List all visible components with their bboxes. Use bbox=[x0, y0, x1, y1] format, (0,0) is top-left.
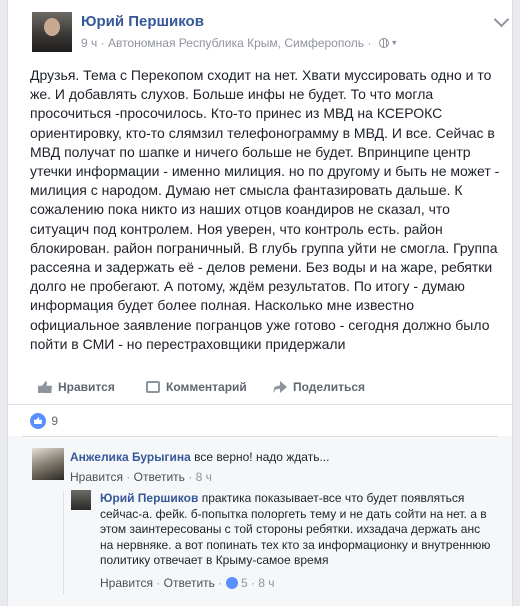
comment: Анжелика Бурыгина все верно! надо ждать.… bbox=[70, 450, 490, 466]
post-time[interactable]: 9 ч bbox=[81, 36, 97, 50]
reply-like-icon bbox=[225, 577, 238, 589]
comment-avatar[interactable] bbox=[32, 448, 64, 480]
divider bbox=[22, 436, 498, 437]
reply-likes-count[interactable]: 5 bbox=[241, 576, 248, 590]
post-actions-bar: Нравится Комментарий Поделиться bbox=[32, 376, 492, 398]
share-icon bbox=[273, 381, 287, 393]
post-meta: 9 ч · Автономная Республика Крым, Симфер… bbox=[81, 35, 397, 50]
reply-reply-link[interactable]: Ответить bbox=[164, 576, 215, 590]
chevron-down-icon[interactable] bbox=[493, 11, 510, 28]
comment-reply-link[interactable]: Ответить bbox=[134, 470, 185, 484]
post-location[interactable]: Автономная Республика Крым, Симферополь bbox=[108, 36, 364, 50]
reply-time[interactable]: 8 ч bbox=[258, 576, 274, 590]
reply-like-link[interactable]: Нравится bbox=[100, 576, 153, 590]
comment-icon bbox=[146, 381, 160, 393]
like-reaction-icon bbox=[30, 413, 46, 429]
globe-icon bbox=[378, 37, 389, 48]
comment-text: все верно! надо ждать... bbox=[194, 450, 330, 464]
likes-count: 9 bbox=[51, 414, 59, 428]
reply-thread-line bbox=[63, 492, 64, 594]
reply: Юрий Першиков практика показывает-все чт… bbox=[100, 491, 492, 569]
divider bbox=[8, 404, 514, 405]
comments-section: Анжелика Бурыгина все верно! надо ждать.… bbox=[8, 436, 512, 606]
comment-time[interactable]: 8 ч bbox=[196, 470, 212, 484]
comment-button[interactable]: Комментарий bbox=[146, 380, 247, 394]
audience-chevron-icon[interactable]: ▾ bbox=[392, 37, 397, 47]
post-text: Друзья. Тема с Перекопом сходит на нет. … bbox=[30, 67, 500, 352]
post-card: Юрий Першиков 9 ч · Автономная Республик… bbox=[7, 0, 514, 606]
post-author-name[interactable]: Юрий Першиков bbox=[81, 13, 204, 30]
author-avatar[interactable] bbox=[32, 12, 72, 52]
reply-author[interactable]: Юрий Першиков bbox=[100, 491, 198, 505]
like-button[interactable]: Нравится bbox=[38, 380, 115, 394]
comment-actions: Нравится · Ответить · 8 ч bbox=[70, 470, 212, 484]
reply-actions: Нравится · Ответить · 5 · 8 ч bbox=[100, 576, 275, 590]
share-button[interactable]: Поделиться bbox=[273, 380, 365, 394]
comment-author[interactable]: Анжелика Бурыгина bbox=[70, 450, 191, 464]
reply-avatar[interactable] bbox=[71, 490, 91, 510]
comment-like-link[interactable]: Нравится bbox=[70, 470, 123, 484]
like-icon bbox=[38, 381, 52, 393]
likes-summary[interactable]: 9 bbox=[30, 413, 58, 429]
